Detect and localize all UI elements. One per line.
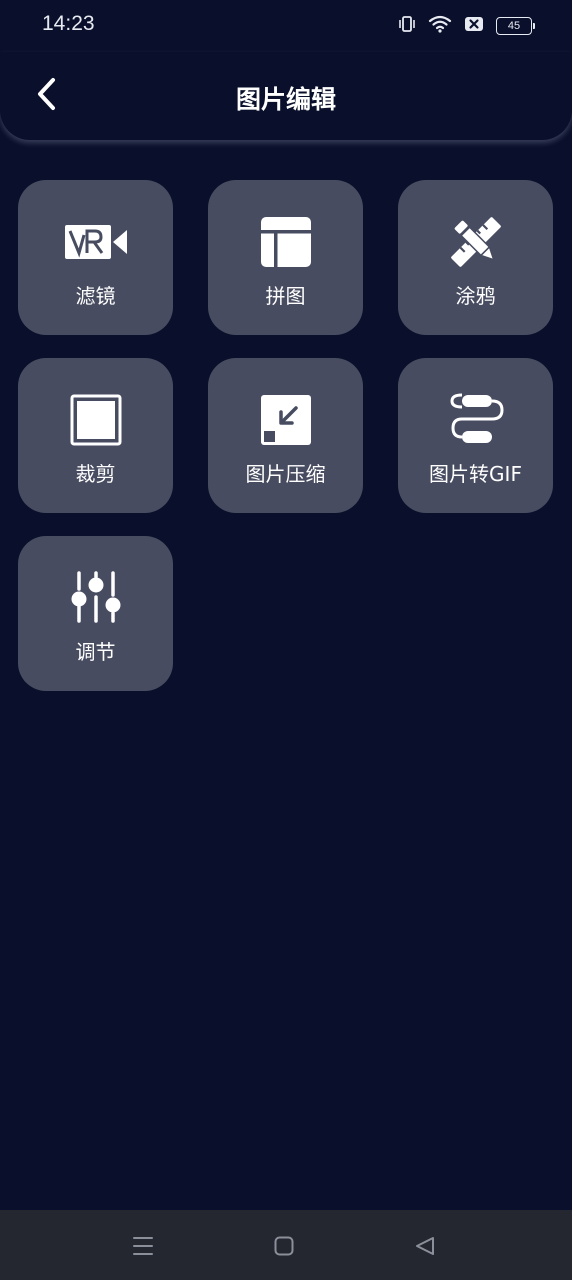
home-icon[interactable] — [270, 1232, 298, 1260]
tool-label: 裁剪 — [75, 462, 116, 486]
tool-doodle[interactable]: 涂鸦 — [398, 180, 553, 335]
battery-icon: 45 — [496, 17, 535, 35]
status-bar: 14:23 45 — [0, 0, 572, 52]
tool-label: 涂鸦 — [455, 284, 496, 308]
compress-arrow-icon — [254, 392, 318, 448]
tool-collage[interactable]: 拼图 — [208, 180, 363, 335]
crop-square-icon — [64, 392, 128, 448]
layout-grid-icon — [254, 214, 318, 270]
tool-label: 调节 — [75, 640, 116, 664]
tool-adjust[interactable]: 调节 — [18, 536, 173, 691]
tool-crop[interactable]: 裁剪 — [18, 358, 173, 513]
tool-filter[interactable]: 滤镜 — [18, 180, 173, 335]
sim-blocked-icon — [464, 16, 484, 36]
status-time: 14:23 — [42, 12, 95, 35]
battery-level: 45 — [507, 20, 521, 32]
pencil-ruler-icon — [444, 214, 508, 270]
back-triangle-icon[interactable] — [411, 1232, 439, 1260]
gif-convert-icon — [444, 392, 508, 448]
tool-label: 图片转GIF — [429, 462, 522, 486]
system-nav-bar — [0, 1210, 572, 1280]
tool-compress[interactable]: 图片压缩 — [208, 358, 363, 513]
tool-grid: 滤镜 拼图 涂鸦 裁剪 图片压缩 图片转GIF 调节 — [18, 180, 554, 691]
tool-label: 滤镜 — [75, 284, 116, 308]
status-icons: 45 — [398, 14, 535, 38]
tool-label: 图片压缩 — [245, 462, 326, 486]
vr-camera-icon — [64, 214, 128, 270]
app-header: 图片编辑 — [0, 52, 572, 140]
menu-icon[interactable] — [129, 1232, 157, 1260]
sliders-icon — [64, 570, 128, 626]
tool-gif[interactable]: 图片转GIF — [398, 358, 553, 513]
page-title: 图片编辑 — [235, 85, 336, 114]
vibrate-icon — [398, 15, 416, 37]
wifi-icon — [428, 15, 452, 37]
tool-label: 拼图 — [265, 284, 306, 308]
